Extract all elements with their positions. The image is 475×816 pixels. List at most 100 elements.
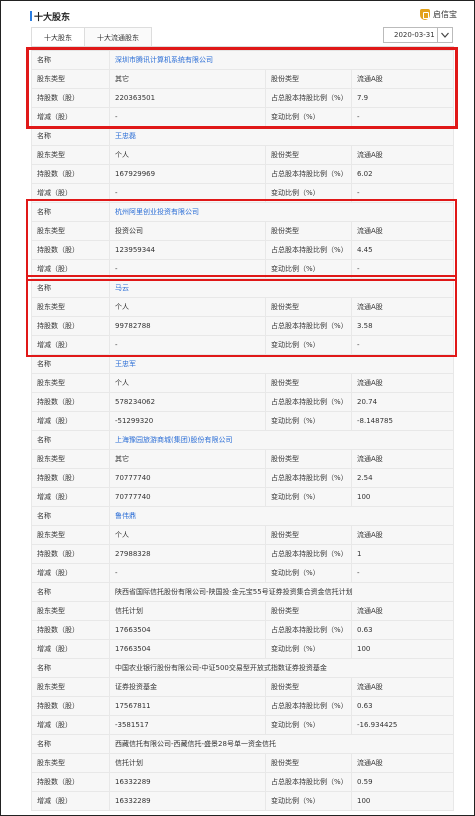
change-ratio-label: 变动比例（%）: [266, 260, 352, 278]
share-type-label: 股份类型: [266, 70, 352, 88]
shareholder-type-row: 股东类型 个人 股份类型 流通A股: [31, 146, 454, 165]
shareholder-name[interactable]: 王忠磊: [110, 127, 453, 145]
brand-name: 启信宝: [433, 10, 457, 19]
shareholder-name[interactable]: 马云: [110, 279, 453, 297]
shares-value: 70777740: [110, 469, 266, 487]
name-label: 名称: [32, 203, 110, 221]
tab-top-ten-float-shareholders[interactable]: 十大流通股东: [85, 27, 152, 47]
holder-type-label: 股东类型: [32, 450, 110, 468]
change-value: 16332289: [110, 792, 266, 810]
change-label: 增减（股）: [32, 184, 110, 202]
shareholder-change-row: 增减（股） - 变动比例（%） -: [31, 184, 454, 203]
shareholder-shares-row: 持股数（股） 16332289 占总股本持股比例（%） 0.59: [31, 773, 454, 792]
shareholder-shares-row: 持股数（股） 27988328 占总股本持股比例（%） 1: [31, 545, 454, 564]
shareholder-name[interactable]: 杭州阿里创业投资有限公司: [110, 203, 453, 221]
shareholder-change-row: 增减（股） - 变动比例（%） -: [31, 336, 454, 355]
share-type-label: 股份类型: [266, 602, 352, 620]
share-type-value: 流通A股: [357, 683, 383, 691]
shareholder-type-row: 股东类型 信托计划 股份类型 流通A股: [31, 602, 454, 621]
name-label: 名称: [32, 583, 110, 601]
ratio-label: 占总股本持股比例（%）: [266, 545, 352, 563]
change-label: 增减（股）: [32, 108, 110, 126]
holder-type-value: 投资公司: [110, 222, 266, 240]
share-type-value: 流通A股: [357, 759, 383, 767]
holder-type-label: 股东类型: [32, 222, 110, 240]
brand-logo[interactable]: 启信宝: [420, 9, 457, 20]
share-type-value: 流通A股: [357, 227, 383, 235]
change-ratio-value: -8.148785: [357, 417, 393, 425]
chevron-down-icon[interactable]: [437, 28, 452, 42]
ratio-label: 占总股本持股比例（%）: [266, 165, 352, 183]
share-type-value: 流通A股: [357, 455, 383, 463]
shareholder-type-row: 股东类型 个人 股份类型 流通A股: [31, 298, 454, 317]
tab-top-ten-shareholders[interactable]: 十大股东: [31, 27, 85, 47]
shareholder-name[interactable]: 王忠军: [110, 355, 453, 373]
holder-type-label: 股东类型: [32, 526, 110, 544]
shareholder-name[interactable]: 鲁伟鼎: [110, 507, 453, 525]
shareholder-name-row: 名称 王忠军: [31, 355, 454, 374]
change-ratio-label: 变动比例（%）: [266, 564, 352, 582]
holder-type-value: 个人: [110, 374, 266, 392]
shareholder-change-row: 增减（股） 16332289 变动比例（%） 100: [31, 792, 454, 811]
share-type-label: 股份类型: [266, 754, 352, 772]
shield-icon: [420, 9, 430, 20]
change-label: 增减（股）: [32, 412, 110, 430]
shareholder-change-row: 增减（股） - 变动比例（%） -: [31, 564, 454, 583]
holder-type-value: 信托计划: [110, 754, 266, 772]
shares-value: 99782788: [110, 317, 266, 335]
change-ratio-label: 变动比例（%）: [266, 640, 352, 658]
change-ratio-label: 变动比例（%）: [266, 336, 352, 354]
shareholder-name-row: 名称 杭州阿里创业投资有限公司: [31, 203, 454, 222]
change-ratio-value: -: [357, 569, 360, 577]
shareholder-type-row: 股东类型 其它 股份类型 流通A股: [31, 450, 454, 469]
share-type-value: 流通A股: [357, 151, 383, 159]
shareholder-type-row: 股东类型 个人 股份类型 流通A股: [31, 526, 454, 545]
shareholder-shares-row: 持股数（股） 17567811 占总股本持股比例（%） 0.63: [31, 697, 454, 716]
share-type-label: 股份类型: [266, 222, 352, 240]
shareholder-shares-row: 持股数（股） 17663504 占总股本持股比例（%） 0.63: [31, 621, 454, 640]
shareholder-name-row: 名称 深圳市腾讯计算机系统有限公司: [31, 51, 454, 70]
share-type-label: 股份类型: [266, 146, 352, 164]
change-ratio-value: -: [357, 341, 360, 349]
share-type-value: 流通A股: [357, 379, 383, 387]
change-value: -: [110, 184, 266, 202]
change-ratio-value: -: [357, 189, 360, 197]
change-value: 17663504: [110, 640, 266, 658]
change-label: 增减（股）: [32, 564, 110, 582]
change-ratio-label: 变动比例（%）: [266, 184, 352, 202]
share-type-value: 流通A股: [357, 303, 383, 311]
holder-type-label: 股东类型: [32, 678, 110, 696]
shareholder-name[interactable]: 上海豫园旅游商城(集团)股份有限公司: [110, 431, 453, 449]
holder-type-value: 个人: [110, 146, 266, 164]
shareholder-shares-row: 持股数（股） 578234062 占总股本持股比例（%） 20.74: [31, 393, 454, 412]
shares-value: 578234062: [110, 393, 266, 411]
change-label: 增减（股）: [32, 488, 110, 506]
shares-label: 持股数（股）: [32, 773, 110, 791]
shareholder-name[interactable]: 深圳市腾讯计算机系统有限公司: [110, 51, 453, 69]
change-value: -: [110, 336, 266, 354]
shares-label: 持股数（股）: [32, 89, 110, 107]
title-accent-bar: [30, 11, 32, 21]
change-ratio-label: 变动比例（%）: [266, 716, 352, 734]
shareholder-type-row: 股东类型 证券投资基金 股份类型 流通A股: [31, 678, 454, 697]
tab-divider: [31, 46, 454, 47]
shareholder-type-row: 股东类型 信托计划 股份类型 流通A股: [31, 754, 454, 773]
report-date-select[interactable]: 2020-03-31: [383, 27, 453, 43]
name-label: 名称: [32, 51, 110, 69]
change-label: 增减（股）: [32, 792, 110, 810]
holder-type-label: 股东类型: [32, 146, 110, 164]
shareholder-name: 西藏信托有限公司-西藏信托-盛景28号单一资金信托: [115, 740, 276, 748]
shareholders-table: 名称 深圳市腾讯计算机系统有限公司 股东类型 其它 股份类型 流通A股 持股数（股） 2203…: [31, 50, 454, 811]
holder-type-label: 股东类型: [32, 374, 110, 392]
shares-value: 167929969: [110, 165, 266, 183]
shareholder-type-row: 股东类型 其它 股份类型 流通A股: [31, 70, 454, 89]
change-label: 增减（股）: [32, 640, 110, 658]
change-label: 增减（股）: [32, 260, 110, 278]
shareholder-shares-row: 持股数（股） 99782788 占总股本持股比例（%） 3.58: [31, 317, 454, 336]
holder-type-label: 股东类型: [32, 754, 110, 772]
name-label: 名称: [32, 507, 110, 525]
shareholder-shares-row: 持股数（股） 123959344 占总股本持股比例（%） 4.45: [31, 241, 454, 260]
ratio-value: 0.63: [357, 626, 373, 634]
change-value: -: [110, 260, 266, 278]
shareholder-shares-row: 持股数（股） 167929969 占总股本持股比例（%） 6.02: [31, 165, 454, 184]
